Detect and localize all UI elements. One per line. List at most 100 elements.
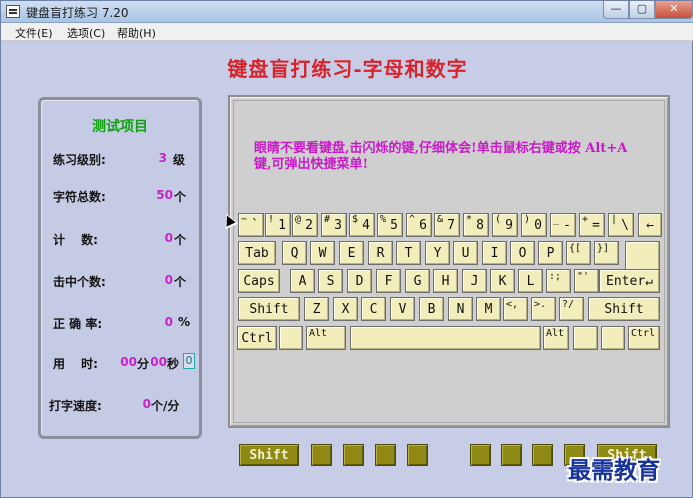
key-symbol: 9: [505, 217, 513, 233]
key-row3-10[interactable]: "': [574, 269, 599, 293]
key-row1-6[interactable]: ^ 6: [406, 213, 432, 237]
key-row2-4[interactable]: T: [396, 241, 421, 265]
key-symbol: 6: [419, 217, 427, 233]
key-shift-symbol: _: [553, 214, 560, 225]
key-row1-7[interactable]: & 7: [434, 213, 460, 237]
key-shift-left[interactable]: Shift: [238, 297, 300, 321]
key-shift-symbol: #: [324, 214, 331, 225]
key-win-right[interactable]: [573, 326, 598, 350]
bottom-shift-left: Shift: [239, 444, 299, 466]
key-row4-2[interactable]: C: [361, 297, 386, 321]
accuracy-unit: %: [178, 315, 191, 329]
key-row1-4[interactable]: $4: [349, 213, 375, 237]
key-symbol: 3: [334, 217, 342, 233]
key-row2-11[interactable]: }]: [594, 241, 619, 265]
key-row2-2[interactable]: E: [339, 241, 364, 265]
key-row1-9[interactable]: (9: [492, 213, 518, 237]
key-row4-3[interactable]: V: [390, 297, 415, 321]
maximize-button[interactable]: ▢: [629, 1, 655, 19]
key-row1-8[interactable]: * 8: [463, 213, 489, 237]
key-enter[interactable]: Enter↵: [599, 269, 660, 293]
key-row4-4[interactable]: B: [419, 297, 444, 321]
key-row3-3[interactable]: F: [376, 269, 401, 293]
bottom-indicator: [375, 444, 396, 466]
menu-options[interactable]: 选项(C): [67, 25, 105, 41]
key-row2-7[interactable]: I: [482, 241, 507, 265]
key-row2-0[interactable]: Q: [282, 241, 307, 265]
key-win-left[interactable]: [279, 326, 303, 350]
key-row3-5[interactable]: H: [433, 269, 458, 293]
key-row4-6[interactable]: M: [476, 297, 501, 321]
key-row1-11[interactable]: _ -: [550, 213, 576, 237]
key-row3-7[interactable]: K: [490, 269, 515, 293]
key-row4-0[interactable]: Z: [304, 297, 329, 321]
key-row1-0[interactable]: ~ `: [238, 213, 264, 237]
key-shift-symbol: ^: [409, 214, 416, 225]
key-row3-4[interactable]: G: [405, 269, 430, 293]
key-alt-left[interactable]: Alt: [306, 326, 346, 350]
app-keyboard-icon: [6, 5, 20, 18]
key-row3-9[interactable]: :;: [546, 269, 571, 293]
key-row2-10[interactable]: {[: [566, 241, 591, 265]
title-bar[interactable]: 键盘盲打练习 7.20 — ▢ ✕: [1, 1, 693, 23]
stats-title: 测试项目: [92, 119, 148, 135]
bottom-indicator: [501, 444, 522, 466]
key-symbol: 8: [476, 217, 484, 233]
key-row3-8[interactable]: L: [518, 269, 543, 293]
key-row1-10[interactable]: ) 0: [521, 213, 547, 237]
key-row2-3[interactable]: R: [368, 241, 393, 265]
key-row4-9[interactable]: ?/: [559, 297, 584, 321]
key-row4-7[interactable]: <,: [503, 297, 528, 321]
key-row3-0[interactable]: A: [290, 269, 315, 293]
menu-help[interactable]: 帮助(H): [117, 25, 156, 41]
key-row2-9[interactable]: P: [538, 241, 563, 265]
key-row1-14[interactable]: ←: [638, 213, 662, 237]
bottom-indicator: [343, 444, 364, 466]
time-seconds-unit: 秒: [167, 357, 180, 371]
key-shift-symbol: *: [466, 214, 473, 225]
key-row1-2[interactable]: @2: [292, 213, 318, 237]
key-row4-5[interactable]: N: [448, 297, 473, 321]
close-button[interactable]: ✕: [655, 1, 693, 19]
key-row4-8[interactable]: >.: [531, 297, 556, 321]
key-alt-right[interactable]: Alt: [543, 326, 569, 350]
time-minutes-unit: 分: [137, 357, 150, 371]
key-symbol: 1: [278, 217, 286, 233]
key-row3-6[interactable]: J: [462, 269, 487, 293]
instruction-text: 眼睛不要看键盘,击闪烁的键,仔细体会!单击鼠标右键或按 Alt+A 键,可弹出快…: [254, 141, 628, 172]
key-ctrl-left[interactable]: Ctrl: [237, 326, 277, 350]
key-symbol: =: [592, 217, 600, 233]
key-row3-2[interactable]: D: [347, 269, 372, 293]
key-row2-1[interactable]: W: [310, 241, 335, 265]
key-row2-8[interactable]: O: [510, 241, 535, 265]
speed-value: 0: [142, 397, 151, 411]
menu-file[interactable]: 文件(E): [15, 25, 53, 41]
speed-label: 打字速度:: [49, 399, 102, 413]
key-row2-6[interactable]: U: [453, 241, 478, 265]
time-indicator-box: 0: [183, 353, 195, 369]
key-row1-3[interactable]: #3: [321, 213, 347, 237]
key-row1-12[interactable]: + =: [579, 213, 605, 237]
bottom-indicator: [407, 444, 428, 466]
key-shift-symbol: $: [352, 214, 359, 225]
key-row3-1[interactable]: S: [318, 269, 343, 293]
key-shift-right[interactable]: Shift: [588, 297, 660, 321]
key-row1-5[interactable]: % 5: [377, 213, 403, 237]
app-window: 键盘盲打练习 7.20 — ▢ ✕ 文件(E) 选项(C) 帮助(H) 键盘盲打…: [0, 0, 693, 498]
key-row2-5[interactable]: Y: [425, 241, 450, 265]
key-ctrl-right[interactable]: Ctrl: [628, 326, 660, 350]
key-symbol: `: [251, 217, 259, 233]
key-row1-1[interactable]: ! 1: [265, 213, 291, 237]
minimize-button[interactable]: —: [603, 1, 629, 19]
key-space[interactable]: [350, 326, 541, 350]
key-tab[interactable]: Tab: [238, 241, 276, 265]
key-symbol: \: [621, 217, 629, 233]
key-menu[interactable]: [601, 326, 625, 350]
key-row4-1[interactable]: X: [333, 297, 358, 321]
key-row1-13[interactable]: | \: [608, 213, 634, 237]
accuracy-label: 正 确 率:: [53, 317, 103, 331]
key-shift-symbol: |: [611, 214, 618, 225]
key-shift-symbol: !: [268, 214, 275, 225]
key-caps[interactable]: Caps: [238, 269, 280, 293]
key-symbol: 0: [534, 217, 542, 233]
